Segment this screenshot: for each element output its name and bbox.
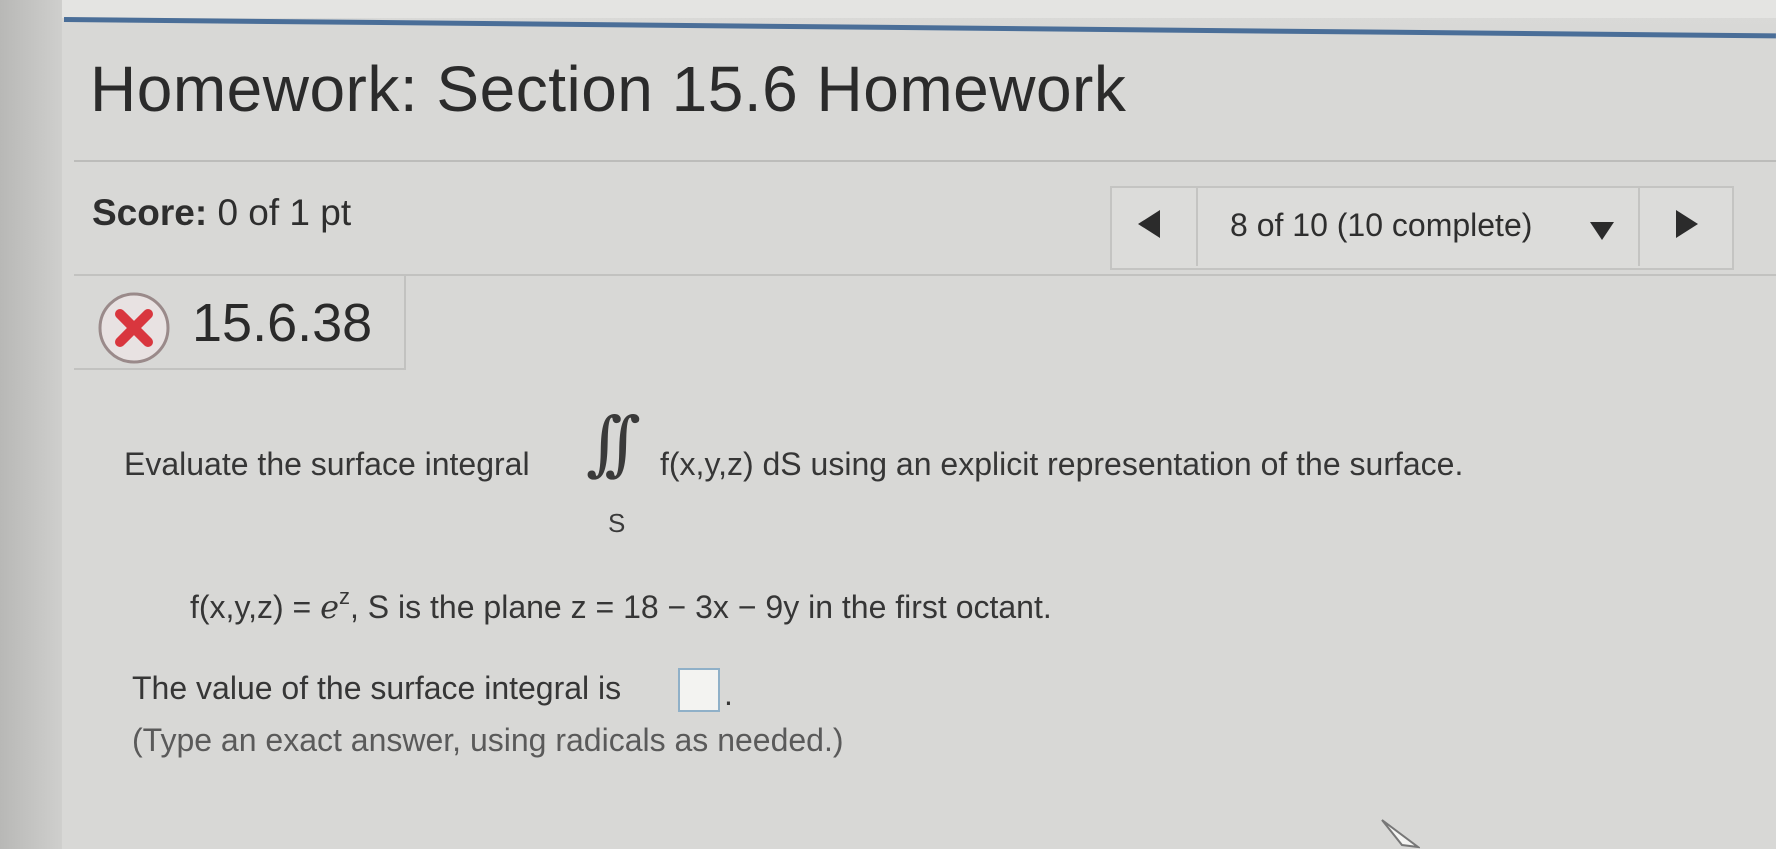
top-band: [0, 0, 1776, 18]
question-text-continued: f(x,y,z) dS using an explicit representa…: [660, 446, 1464, 482]
score-value: 0 of 1 pt: [217, 192, 352, 233]
next-question-icon[interactable]: [1676, 210, 1698, 238]
page-title: Homework: Section 15.6 Homework: [90, 53, 1127, 125]
incorrect-x-icon: [98, 292, 170, 364]
function-base: e: [320, 588, 340, 626]
left-edge: [0, 0, 62, 849]
score-label: Score:: [92, 192, 208, 233]
double-integral-symbol: ∫∫: [586, 402, 641, 484]
problem-number: 15.6.38: [192, 293, 373, 353]
mouse-cursor-icon: [1381, 819, 1420, 849]
answer-input[interactable]: [678, 668, 720, 712]
previous-question-icon[interactable]: [1138, 210, 1160, 238]
question-text: Evaluate the surface integral: [124, 446, 530, 482]
score: Score: 0 of 1 pt: [92, 192, 351, 234]
answer-period: .: [724, 676, 733, 712]
answer-hint: (Type an exact answer, using radicals as…: [132, 722, 844, 758]
answer-prompt: The value of the surface integral is: [132, 670, 622, 706]
nav-divider: [1638, 188, 1640, 266]
dropdown-caret-icon[interactable]: [1590, 222, 1614, 240]
question-selector[interactable]: 8 of 10 (10 complete): [1230, 207, 1532, 244]
integral-subscript: S: [608, 508, 626, 538]
function-lhs: f(x,y,z) =: [190, 589, 312, 625]
function-exponent: z: [339, 584, 351, 609]
surface-description: , S is the plane z = 18 − 3x − 9y in the…: [350, 589, 1052, 625]
title-divider: [74, 160, 1776, 162]
nav-divider: [1196, 188, 1198, 266]
given-function: f(x,y,z) = ez, S is the plane z = 18 − 3…: [190, 584, 1052, 626]
